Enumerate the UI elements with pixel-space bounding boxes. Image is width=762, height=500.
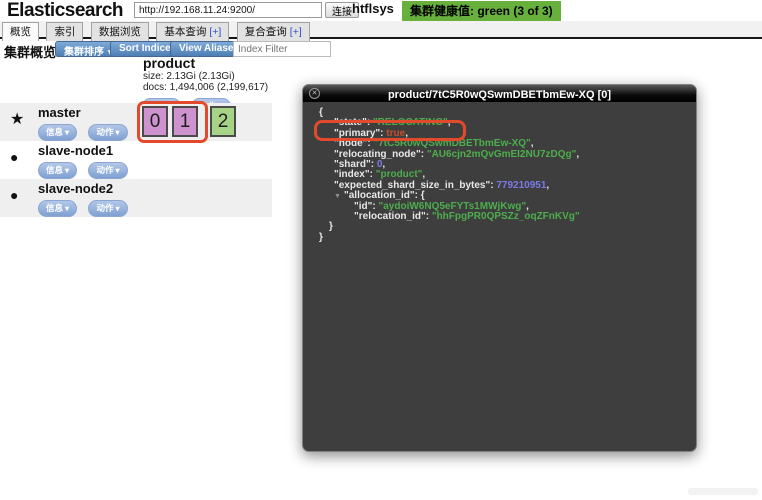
shard-json-view: { "state": "RELOCATING", "primary": true…	[319, 108, 580, 243]
caret-down-icon	[114, 127, 120, 137]
watermark	[688, 488, 758, 495]
shard-0[interactable]: 0	[142, 106, 168, 137]
json-line-relocation-id: "relocation_id": "hhFpgPR0QPSZz_oqZFnKVg…	[319, 212, 580, 222]
close-icon[interactable]	[309, 88, 320, 99]
shard-2[interactable]: 2	[210, 106, 236, 137]
cluster-overview-title: 集群概览	[4, 42, 56, 61]
node-info-dropdown[interactable]: 信息	[38, 162, 77, 179]
cluster-url-input[interactable]	[134, 2, 322, 18]
node-actions-dropdown[interactable]: 动作	[88, 124, 127, 141]
app-logo: Elasticsearch	[7, 0, 123, 22]
tab-overview[interactable]: 概览	[2, 22, 39, 41]
node-info-dropdown[interactable]: 信息	[38, 200, 77, 217]
node-actions-dropdown[interactable]: 动作	[88, 200, 127, 217]
dialog-titlebar: product/7tC5R0wQSwmDBETbmEw-XQ [0]	[303, 85, 696, 102]
index-name: product	[143, 55, 303, 71]
json-line: }	[319, 222, 580, 232]
index-size: size: 2.13Gi (2.13Gi)	[143, 71, 303, 82]
tab-indices[interactable]: 索引	[46, 22, 83, 41]
tab-any-request[interactable]: 复合查询[+]	[237, 22, 310, 41]
caret-down-icon	[63, 165, 69, 175]
shard-1[interactable]: 1	[172, 106, 198, 137]
node-name: master	[38, 105, 81, 120]
tab-browser[interactable]: 数据浏览	[91, 22, 149, 41]
node-name: slave-node2	[38, 181, 113, 196]
index-docs: docs: 1,494,006 (2,199,617)	[143, 82, 303, 93]
caret-down-icon	[63, 127, 69, 137]
cluster-name-label: htflsys	[352, 1, 394, 16]
tab-structured-query[interactable]: 基本查询[+]	[156, 22, 229, 41]
json-line: }	[319, 233, 580, 243]
node-row-slave-node2: ● slave-node2 信息 动作	[0, 179, 272, 217]
node-dot-icon: ●	[10, 149, 18, 165]
node-row-slave-node1: ● slave-node1 信息 动作	[0, 141, 272, 179]
caret-down-icon	[114, 203, 120, 213]
collapse-triangle-icon[interactable]	[334, 192, 344, 202]
master-star-icon: ★	[10, 109, 24, 129]
shard-detail-dialog: product/7tC5R0wQSwmDBETbmEw-XQ [0] { "st…	[302, 84, 697, 452]
node-dot-icon: ●	[10, 187, 18, 203]
cluster-health-badge: 集群健康值: green (3 of 3)	[402, 1, 561, 21]
node-info-dropdown[interactable]: 信息	[38, 124, 77, 141]
node-actions-dropdown[interactable]: 动作	[88, 162, 127, 179]
node-name: slave-node1	[38, 143, 113, 158]
tab-strip: 概览 索引 数据浏览 基本查询[+] 复合查询[+]	[0, 21, 762, 39]
caret-down-icon	[114, 165, 120, 175]
caret-down-icon	[63, 203, 69, 213]
dialog-title: product/7tC5R0wQSwmDBETbmEw-XQ [0]	[388, 89, 611, 101]
